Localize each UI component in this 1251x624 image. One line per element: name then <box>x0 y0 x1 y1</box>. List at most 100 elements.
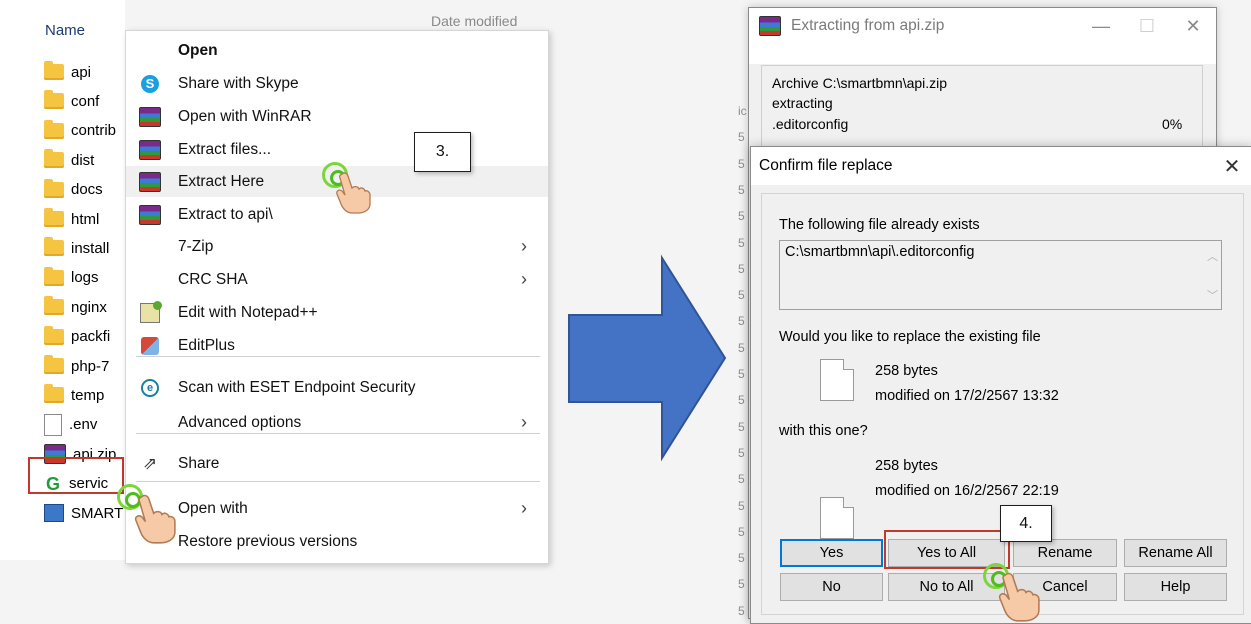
maximize-button[interactable]: ☐ <box>1124 8 1170 44</box>
confirm-dialog-title: Confirm file replace <box>759 157 893 174</box>
extract-info-panel: Archive C:\smartbmn\api.zip extracting .… <box>761 65 1203 159</box>
flow-arrow-icon <box>568 254 727 462</box>
context-menu-item[interactable]: CRC SHA › <box>126 264 548 295</box>
folder-icon <box>44 61 64 80</box>
context-menu-item[interactable]: Restore previous versions <box>126 526 548 557</box>
winrar-icon <box>139 106 161 127</box>
file-list-item[interactable]: temp <box>44 382 104 408</box>
context-menu-item-label: Scan with ESET Endpoint Security <box>178 378 416 396</box>
hand-cursor-icon-2 <box>134 494 176 544</box>
file-list-item[interactable]: php-7 <box>44 353 109 379</box>
no-button[interactable]: No <box>780 573 883 601</box>
file-name: docs <box>71 181 103 199</box>
context-menu-item-label: Restore previous versions <box>178 532 358 550</box>
context-menu-item[interactable]: 7-Zip › <box>126 231 548 262</box>
file-list-item[interactable]: conf <box>44 88 99 114</box>
background-fragment-char: 5 <box>738 235 745 250</box>
winrar-icon <box>139 139 161 160</box>
folder-icon <box>44 90 64 110</box>
context-menu-item-label: Share with Skype <box>178 74 299 92</box>
scroll-down-icon[interactable]: ﹀ <box>1207 287 1218 303</box>
minimize-button[interactable]: — <box>1078 8 1124 44</box>
file-list-item[interactable]: contrib <box>44 118 116 144</box>
context-menu-item-label: Share <box>178 454 220 472</box>
menu-separator <box>136 356 540 357</box>
file-name: SMART <box>71 504 124 522</box>
file-list-item[interactable]: .env <box>44 412 97 438</box>
background-fragment-char: 5 <box>738 209 745 224</box>
close-button[interactable]: ✕ <box>1170 8 1216 44</box>
new-file-modified: modified on 16/2/2567 22:19 <box>875 483 1059 499</box>
background-fragment-char: 5 <box>738 498 745 513</box>
share-icon: ⇗ <box>142 453 158 473</box>
folder-icon <box>44 208 64 227</box>
context-menu-item-label: Open with <box>178 499 248 517</box>
column-header-name[interactable]: Name <box>45 22 85 39</box>
file-name: install <box>71 239 110 257</box>
folder-icon <box>44 266 64 286</box>
background-fragment-char: 5 <box>738 577 745 592</box>
existing-file-size: 258 bytes <box>875 363 938 379</box>
background-fragment-char: 5 <box>738 288 745 303</box>
column-header-date: Date modified <box>431 13 518 29</box>
context-menu-item-label: Open with WinRAR <box>178 107 312 125</box>
confirm-dialog-titlebar: Confirm file replace ✕ <box>751 147 1251 185</box>
background-fragment-char: 5 <box>738 314 745 329</box>
file-list-item[interactable]: packfi <box>44 324 110 350</box>
new-file-size: 258 bytes <box>875 458 938 474</box>
context-menu-item[interactable]: Edit with Notepad++ <box>126 297 548 328</box>
file-list-item[interactable]: logs <box>44 265 99 291</box>
rename-button[interactable]: Rename <box>1013 539 1117 567</box>
winrar-icon <box>139 204 161 225</box>
help-button[interactable]: Help <box>1124 573 1227 601</box>
context-menu-item[interactable]: S Share with Skype <box>126 68 548 99</box>
current-file-label: .editorconfig <box>772 116 849 132</box>
archive-path-label: Archive C:\smartbmn\api.zip <box>772 75 948 91</box>
existing-file-modified: modified on 17/2/2567 13:32 <box>875 388 1059 404</box>
file-list-item[interactable]: docs <box>44 177 103 203</box>
folder-icon <box>44 119 64 139</box>
close-icon[interactable]: ✕ <box>1212 147 1251 185</box>
background-fragment-char: 5 <box>738 603 745 618</box>
context-menu-item[interactable]: Open with WinRAR <box>126 101 548 132</box>
context-menu-item-label: 7-Zip <box>178 237 214 255</box>
file-list-item[interactable]: nginx <box>44 294 107 320</box>
file-list-item[interactable]: api <box>44 59 91 85</box>
background-fragment-char: 5 <box>738 419 745 434</box>
background-fragment-char: 5 <box>738 524 745 539</box>
context-menu-item[interactable]: Open with › <box>126 493 548 524</box>
existing-path-box: C:\smartbmn\api\.editorconfig ︿ ﹀ <box>779 240 1222 310</box>
file-exists-label: The following file already exists <box>779 217 980 233</box>
background-fragment-char: 5 <box>738 551 745 566</box>
menu-separator <box>136 433 540 434</box>
file-name: conf <box>71 92 100 110</box>
context-menu-item-label: Edit with Notepad++ <box>178 303 318 321</box>
file-list-item[interactable]: html <box>44 206 99 232</box>
background-fragment-char: 5 <box>738 367 745 381</box>
file-name: php-7 <box>71 357 110 375</box>
context-menu-item[interactable]: ⇗ Share <box>126 448 548 479</box>
context-menu-item[interactable]: e Scan with ESET Endpoint Security <box>126 372 548 403</box>
file-name: nginx <box>71 298 107 316</box>
yes-button[interactable]: Yes <box>780 539 883 567</box>
context-menu-item-label: Open <box>178 41 218 59</box>
context-menu-item[interactable]: Open <box>126 35 548 66</box>
skype-icon: S <box>141 74 159 93</box>
context-menu: Date modified Open S Share with Skype Open … <box>125 13 549 564</box>
file-list-item[interactable]: install <box>44 235 109 261</box>
file-name: api <box>71 63 92 81</box>
editplus-icon <box>141 336 159 355</box>
file-name: contrib <box>71 122 117 140</box>
context-menu-item-label: Extract files... <box>178 140 272 158</box>
file-list-item[interactable]: dist <box>44 147 94 173</box>
hand-cursor-icon <box>336 172 371 214</box>
background-fragment-char: 5 <box>738 182 745 197</box>
file-list-item[interactable]: SMART <box>44 500 123 526</box>
scroll-up-icon[interactable]: ︿ <box>1207 248 1218 264</box>
folder-icon <box>44 325 64 345</box>
submenu-arrow-icon: › <box>521 412 527 432</box>
rename-all-button[interactable]: Rename All <box>1124 539 1227 567</box>
submenu-arrow-icon: › <box>521 236 527 256</box>
context-menu-item[interactable]: Extract files... <box>126 134 548 165</box>
background-fragment-char: 5 <box>738 393 745 408</box>
